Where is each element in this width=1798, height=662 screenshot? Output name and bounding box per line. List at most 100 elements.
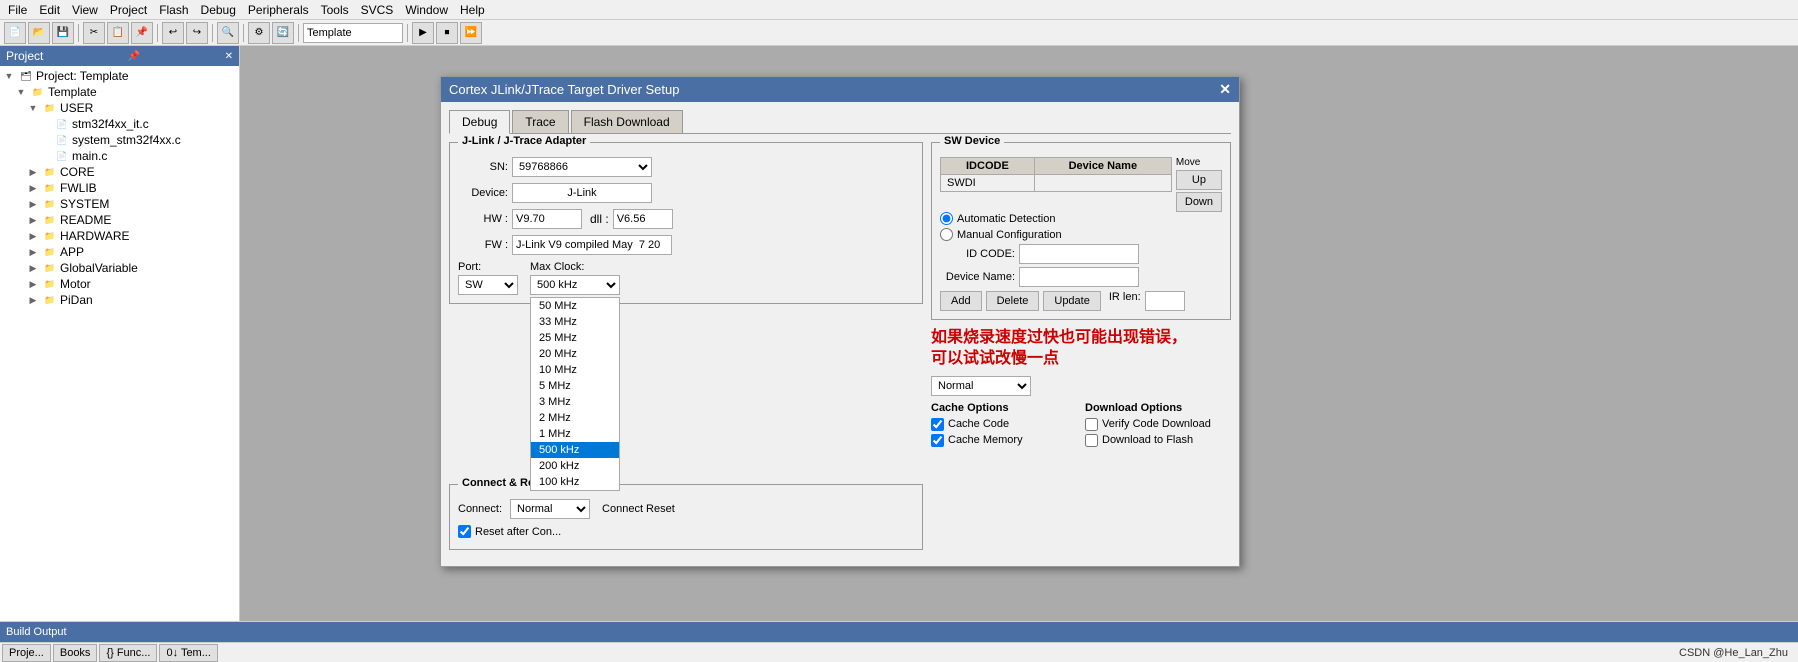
folder-icon: 📁 — [43, 261, 57, 275]
undo-btn[interactable]: ↩ — [162, 22, 184, 44]
clock-option-1mhz[interactable]: 1 MHz — [531, 426, 619, 442]
fw-input[interactable] — [512, 235, 672, 255]
menu-debug[interactable]: Debug — [195, 1, 242, 19]
menu-file[interactable]: File — [2, 1, 33, 19]
copy-btn[interactable]: 📋 — [107, 22, 129, 44]
tree-project[interactable]: ▼ 🗂 Project: Template — [2, 68, 237, 84]
tree-file-system-label: system_stm32f4xx.c — [72, 133, 181, 147]
manual-config-radio[interactable] — [940, 228, 953, 241]
tree-fwlib[interactable]: ▶ 📁 FWLIB — [2, 180, 237, 196]
template-input[interactable] — [303, 23, 403, 43]
new-btn[interactable]: 📄 — [4, 22, 26, 44]
clock-option-25mhz[interactable]: 25 MHz — [531, 330, 619, 346]
dialog-body: Debug Trace Flash Download J-Link / J-Tr… — [441, 102, 1239, 566]
clock-option-200khz[interactable]: 200 kHz — [531, 458, 619, 474]
sw-table-swdi: SWDI — [941, 175, 1035, 192]
clock-option-5mhz[interactable]: 5 MHz — [531, 378, 619, 394]
tree-file-stm32[interactable]: 📄 stm32f4xx_it.c — [2, 116, 237, 132]
menu-window[interactable]: Window — [399, 1, 454, 19]
sw-device-group: SW Device IDCODE Device Name — [931, 142, 1231, 320]
step-btn[interactable]: ⏩ — [460, 22, 482, 44]
menu-help[interactable]: Help — [454, 1, 491, 19]
down-btn[interactable]: Down — [1176, 192, 1222, 212]
clock-option-20mhz[interactable]: 20 MHz — [531, 346, 619, 362]
connect-select[interactable]: Normal — [510, 499, 590, 519]
tree-globalvar[interactable]: ▶ 📁 GlobalVariable — [2, 260, 237, 276]
hw-input[interactable] — [512, 209, 582, 229]
delete-btn[interactable]: Delete — [986, 291, 1040, 311]
menu-flash[interactable]: Flash — [153, 1, 194, 19]
cache-memory-checkbox[interactable] — [931, 434, 944, 447]
tree-user[interactable]: ▼ 📁 USER — [2, 100, 237, 116]
col-idcode: IDCODE — [941, 158, 1035, 175]
save-btn[interactable]: 💾 — [52, 22, 74, 44]
tree-hardware[interactable]: ▶ 📁 HARDWARE — [2, 228, 237, 244]
taskbar-btn-books[interactable]: Books — [53, 644, 98, 662]
update-btn[interactable]: Update — [1043, 291, 1100, 311]
cache-code-checkbox[interactable] — [931, 418, 944, 431]
dialog-close-btn[interactable]: ✕ — [1219, 81, 1231, 98]
taskbar-btn-func[interactable]: {} Func... — [99, 644, 157, 662]
menu-edit[interactable]: Edit — [33, 1, 66, 19]
expand-placeholder — [38, 117, 52, 131]
clock-option-10mhz[interactable]: 10 MHz — [531, 362, 619, 378]
tree-app[interactable]: ▶ 📁 APP — [2, 244, 237, 260]
build-btn[interactable]: ⚙ — [248, 22, 270, 44]
tree-file-system[interactable]: 📄 system_stm32f4xx.c — [2, 132, 237, 148]
sidebar-close-btn[interactable]: ✕ — [225, 51, 233, 62]
search-btn[interactable]: 🔍 — [217, 22, 239, 44]
taskbar-btn-tem[interactable]: 0↓ Tem... — [159, 644, 217, 662]
sn-select[interactable]: 59768866 — [512, 157, 652, 177]
menu-peripherals[interactable]: Peripherals — [242, 1, 315, 19]
open-btn[interactable]: 📂 — [28, 22, 50, 44]
folder-icon: 📁 — [31, 85, 45, 99]
dll-input[interactable] — [613, 209, 673, 229]
tree-file-main[interactable]: 📄 main.c — [2, 148, 237, 164]
menu-view[interactable]: View — [66, 1, 104, 19]
auto-detect-radio[interactable] — [940, 212, 953, 225]
clock-select[interactable]: 500 kHz — [530, 275, 620, 295]
clock-option-100khz[interactable]: 100 kHz — [531, 474, 619, 490]
stop-btn[interactable]: ⏹ — [436, 22, 458, 44]
tab-flash-download[interactable]: Flash Download — [571, 110, 683, 133]
cut-btn[interactable]: ✂ — [83, 22, 105, 44]
tree-template[interactable]: ▼ 📁 Template — [2, 84, 237, 100]
taskbar-btn-proje[interactable]: Proje... — [2, 644, 51, 662]
sidebar-pin-btn[interactable]: 📌 — [128, 51, 140, 62]
sw-table-row: SWDI — [941, 175, 1172, 192]
jlink-group-title: J-Link / J-Trace Adapter — [458, 135, 590, 147]
device-input[interactable] — [512, 183, 652, 203]
clock-option-3mhz[interactable]: 3 MHz — [531, 394, 619, 410]
reset-dropdown[interactable]: Normal — [931, 376, 1031, 396]
up-btn[interactable]: Up — [1176, 170, 1222, 190]
tree-core[interactable]: ▶ 📁 CORE — [2, 164, 237, 180]
add-btn[interactable]: Add — [940, 291, 982, 311]
tree-readme[interactable]: ▶ 📁 README — [2, 212, 237, 228]
verify-checkbox[interactable] — [1085, 418, 1098, 431]
tree-readme-label: README — [60, 213, 111, 227]
tab-debug[interactable]: Debug — [449, 110, 510, 134]
tree-pidan[interactable]: ▶ 📁 PiDan — [2, 292, 237, 308]
clock-option-2mhz[interactable]: 2 MHz — [531, 410, 619, 426]
id-code-input[interactable] — [1019, 244, 1139, 264]
menu-svcs[interactable]: SVCS — [355, 1, 400, 19]
clock-option-33mhz[interactable]: 33 MHz — [531, 314, 619, 330]
clock-option-500khz[interactable]: 500 kHz — [531, 442, 619, 458]
rebuild-btn[interactable]: 🔄 — [272, 22, 294, 44]
download-checkbox[interactable] — [1085, 434, 1098, 447]
tab-trace[interactable]: Trace — [512, 110, 568, 133]
menu-project[interactable]: Project — [104, 1, 153, 19]
annotation-line2: 可以试试改慢一点 — [931, 349, 1231, 370]
reset-after-checkbox[interactable] — [458, 525, 471, 538]
clock-option-50mhz[interactable]: 50 MHz — [531, 298, 619, 314]
tree-system[interactable]: ▶ 📁 SYSTEM — [2, 196, 237, 212]
port-select[interactable]: SW — [458, 275, 518, 295]
tree-motor[interactable]: ▶ 📁 Motor — [2, 276, 237, 292]
paste-btn[interactable]: 📌 — [131, 22, 153, 44]
menu-tools[interactable]: Tools — [315, 1, 355, 19]
device-name-input[interactable] — [1019, 267, 1139, 287]
run-btn[interactable]: ▶ — [412, 22, 434, 44]
reset-after-row: Reset after Con... — [458, 525, 914, 538]
ir-len-input[interactable] — [1145, 291, 1185, 311]
redo-btn[interactable]: ↪ — [186, 22, 208, 44]
